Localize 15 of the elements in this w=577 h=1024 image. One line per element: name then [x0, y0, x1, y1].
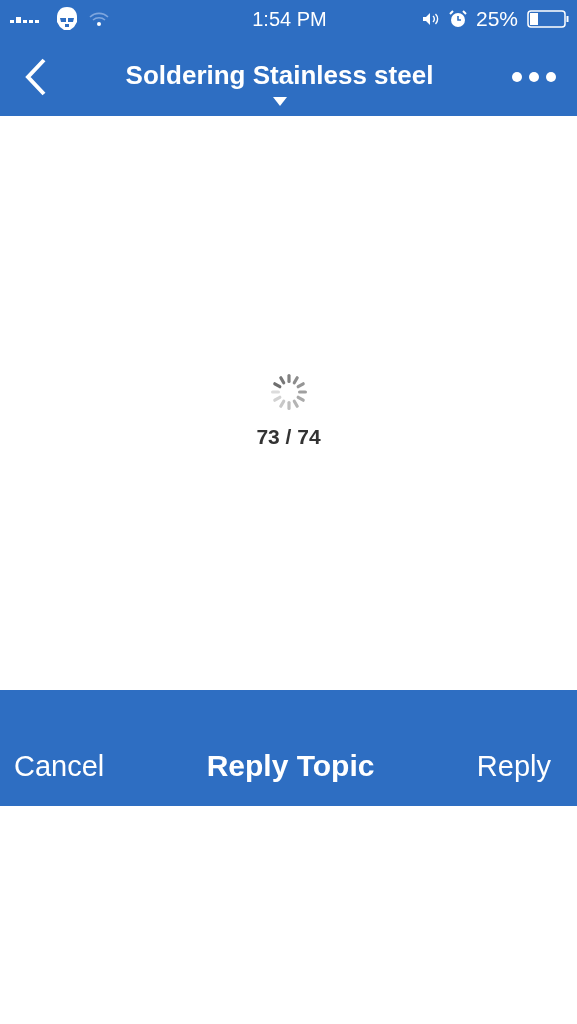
battery-percent: 25%	[475, 7, 518, 31]
alarm-clock-icon	[448, 10, 467, 28]
battery-icon	[527, 10, 569, 28]
cancel-button[interactable]: Cancel	[14, 749, 105, 783]
wifi-icon	[88, 11, 110, 27]
topic-title[interactable]: Soldering Stainless steel	[125, 60, 434, 91]
caret-icon[interactable]	[272, 97, 287, 106]
more-button[interactable]	[511, 71, 557, 83]
loading-spinner-icon	[269, 373, 308, 411]
reply-button[interactable]: Reply	[476, 749, 551, 783]
reply-topic-title: Reply Topic	[206, 749, 375, 783]
speaker-icon	[421, 12, 440, 26]
status-time: 1:54 PM	[252, 7, 327, 31]
helmet-icon	[55, 6, 79, 32]
back-button[interactable]	[24, 58, 48, 96]
